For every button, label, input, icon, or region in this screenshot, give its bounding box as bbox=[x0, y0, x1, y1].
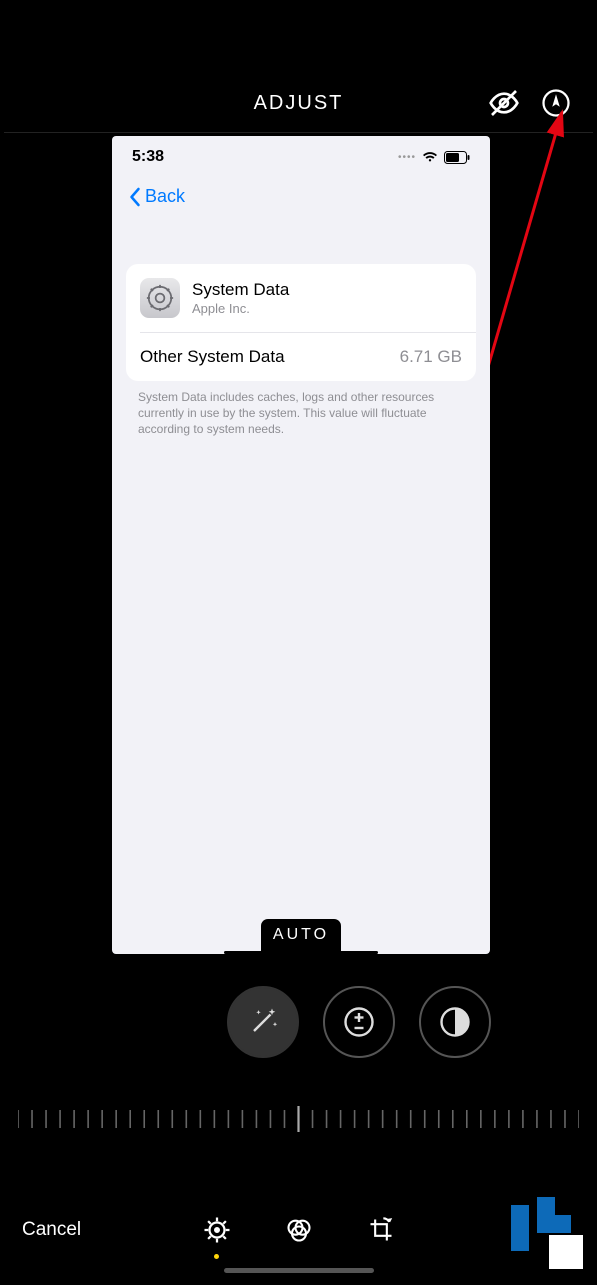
slider-ticks bbox=[18, 1104, 579, 1134]
topbar-title: ADJUST bbox=[254, 92, 344, 115]
auto-underline bbox=[224, 951, 378, 954]
back-label: Back bbox=[145, 186, 185, 207]
contrast-icon bbox=[437, 1004, 473, 1040]
gear-icon bbox=[145, 283, 175, 313]
auto-label: AUTO bbox=[273, 926, 329, 944]
app-header-row: System Data Apple Inc. bbox=[126, 264, 476, 332]
battery-icon bbox=[444, 151, 470, 164]
cancel-button[interactable]: Cancel bbox=[22, 1219, 81, 1241]
adjust-tools-row bbox=[4, 986, 593, 1058]
watermark-logo bbox=[511, 1197, 583, 1269]
topbar: ADJUST bbox=[4, 78, 593, 128]
storage-row: Other System Data 6.71 GB bbox=[126, 333, 476, 381]
wifi-icon bbox=[422, 151, 438, 163]
statusbar: 5:38 •••• bbox=[112, 136, 490, 178]
cellular-dots-icon: •••• bbox=[398, 152, 416, 163]
exposure-tool[interactable] bbox=[323, 986, 395, 1058]
magic-wand-icon bbox=[245, 1004, 281, 1040]
navbar: Back bbox=[112, 178, 490, 224]
topbar-actions bbox=[485, 78, 575, 128]
bottombar: Cancel bbox=[4, 1205, 593, 1255]
storage-card: System Data Apple Inc. Other System Data… bbox=[126, 264, 476, 381]
auto-button[interactable]: AUTO bbox=[261, 919, 341, 951]
crop-tab[interactable] bbox=[364, 1213, 398, 1247]
app-header-text: System Data Apple Inc. bbox=[192, 280, 462, 316]
topbar-divider bbox=[4, 132, 593, 133]
status-time: 5:38 bbox=[132, 148, 164, 166]
photo-preview[interactable]: 5:38 •••• Back System Data Apple Inc. bbox=[112, 136, 490, 954]
filters-tab[interactable] bbox=[282, 1213, 316, 1247]
photo-edit-screen: ADJUST 5:38 bbox=[0, 0, 597, 1285]
adjustment-slider[interactable] bbox=[18, 1102, 579, 1136]
auto-enhance-indicator: AUTO bbox=[224, 919, 378, 954]
hide-preview-button[interactable] bbox=[485, 84, 523, 122]
app-title: System Data bbox=[192, 280, 462, 300]
filters-icon bbox=[285, 1216, 313, 1244]
eye-off-icon bbox=[488, 87, 520, 119]
storage-row-value: 6.71 GB bbox=[400, 347, 462, 367]
chevron-left-icon bbox=[128, 187, 141, 207]
back-button[interactable]: Back bbox=[128, 186, 185, 207]
storage-footer-note: System Data includes caches, logs and ot… bbox=[112, 381, 490, 438]
app-publisher: Apple Inc. bbox=[192, 301, 462, 316]
exposure-icon bbox=[341, 1004, 377, 1040]
markup-button[interactable] bbox=[537, 84, 575, 122]
auto-enhance-tool[interactable] bbox=[227, 986, 299, 1058]
crop-rotate-icon bbox=[367, 1216, 395, 1244]
settings-app-icon bbox=[140, 278, 180, 318]
adjust-dial-icon bbox=[202, 1215, 232, 1245]
markup-icon bbox=[541, 88, 571, 118]
brilliance-tool[interactable] bbox=[419, 986, 491, 1058]
adjust-tab[interactable] bbox=[200, 1213, 234, 1247]
status-icons: •••• bbox=[398, 151, 470, 164]
edit-mode-tabs bbox=[200, 1213, 398, 1247]
storage-row-label: Other System Data bbox=[140, 347, 285, 367]
home-indicator bbox=[224, 1268, 374, 1273]
